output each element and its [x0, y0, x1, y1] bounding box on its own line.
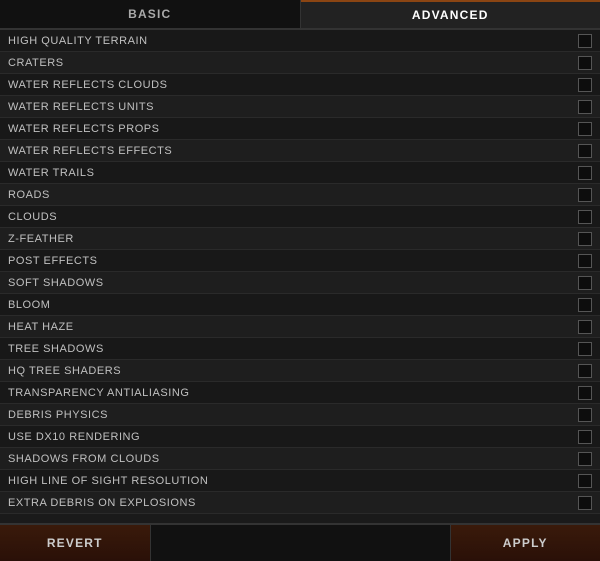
setting-checkbox[interactable] — [578, 232, 592, 246]
setting-label: POST EFFECTS — [8, 255, 570, 267]
setting-checkbox[interactable] — [578, 496, 592, 510]
table-row: WATER TRAILS — [0, 162, 600, 184]
settings-list: HIGH QUALITY TERRAIN CRATERS WATER REFLECT… — [0, 30, 600, 523]
setting-checkbox[interactable] — [578, 166, 592, 180]
setting-checkbox[interactable] — [578, 408, 592, 422]
setting-checkbox[interactable] — [578, 254, 592, 268]
setting-label: HIGH QUALITY TERRAIN — [8, 35, 570, 47]
setting-label: WATER REFLECTS CLOUDS — [8, 79, 570, 91]
setting-label: WATER TRAILS — [8, 167, 570, 179]
table-row: TREE SHADOWS — [0, 338, 600, 360]
setting-label: CRATERS — [8, 57, 570, 69]
bottom-spacer — [151, 525, 451, 561]
setting-checkbox[interactable] — [578, 386, 592, 400]
setting-checkbox[interactable] — [578, 276, 592, 290]
apply-button[interactable]: APPLY — [451, 525, 600, 561]
table-row: SHADOWS FROM CLOUDS — [0, 448, 600, 470]
setting-label: WATER REFLECTS EFFECTS — [8, 145, 570, 157]
setting-checkbox[interactable] — [578, 78, 592, 92]
table-row: WATER REFLECTS EFFECTS — [0, 140, 600, 162]
table-row: HEAT HAZE — [0, 316, 600, 338]
setting-label: ROADS — [8, 189, 570, 201]
setting-label: WATER REFLECTS PROPS — [8, 123, 570, 135]
table-row: BLOOM — [0, 294, 600, 316]
table-row: WATER REFLECTS PROPS — [0, 118, 600, 140]
setting-label: SHADOWS FROM CLOUDS — [8, 453, 570, 465]
setting-checkbox[interactable] — [578, 320, 592, 334]
table-row: CRATERS — [0, 52, 600, 74]
setting-label: HIGH LINE OF SIGHT RESOLUTION — [8, 475, 570, 487]
setting-checkbox[interactable] — [578, 298, 592, 312]
table-row: WATER REFLECTS UNITS — [0, 96, 600, 118]
tab-bar: BASICADVANCED — [0, 0, 600, 30]
table-row: POST EFFECTS — [0, 250, 600, 272]
setting-checkbox[interactable] — [578, 56, 592, 70]
tab-basic[interactable]: BASIC — [0, 0, 301, 28]
table-row: HQ TREE SHADERS — [0, 360, 600, 382]
table-row: Z-FEATHER — [0, 228, 600, 250]
table-row: HIGH LINE OF SIGHT RESOLUTION — [0, 470, 600, 492]
table-row: USE DX10 RENDERING — [0, 426, 600, 448]
setting-label: EXTRA DEBRIS ON EXPLOSIONS — [8, 497, 570, 509]
table-row: ROADS — [0, 184, 600, 206]
setting-label: DEBRIS PHYSICS — [8, 409, 570, 421]
setting-label: HEAT HAZE — [8, 321, 570, 333]
setting-label: TRANSPARENCY ANTIALIASING — [8, 387, 570, 399]
setting-label: CLOUDS — [8, 211, 570, 223]
setting-label: TREE SHADOWS — [8, 343, 570, 355]
setting-checkbox[interactable] — [578, 122, 592, 136]
setting-label: WATER REFLECTS UNITS — [8, 101, 570, 113]
setting-checkbox[interactable] — [578, 144, 592, 158]
setting-checkbox[interactable] — [578, 100, 592, 114]
tab-advanced[interactable]: ADVANCED — [301, 0, 600, 28]
table-row: DEBRIS PHYSICS — [0, 404, 600, 426]
setting-label: USE DX10 RENDERING — [8, 431, 570, 443]
setting-checkbox[interactable] — [578, 210, 592, 224]
table-row: EXTRA DEBRIS ON EXPLOSIONS — [0, 492, 600, 514]
setting-checkbox[interactable] — [578, 188, 592, 202]
table-row: CLOUDS — [0, 206, 600, 228]
setting-label: BLOOM — [8, 299, 570, 311]
setting-checkbox[interactable] — [578, 474, 592, 488]
setting-checkbox[interactable] — [578, 430, 592, 444]
table-row: TRANSPARENCY ANTIALIASING — [0, 382, 600, 404]
table-row: SOFT SHADOWS — [0, 272, 600, 294]
setting-label: Z-FEATHER — [8, 233, 570, 245]
setting-label: SOFT SHADOWS — [8, 277, 570, 289]
bottom-bar: REVERT APPLY — [0, 523, 600, 561]
setting-checkbox[interactable] — [578, 452, 592, 466]
revert-button[interactable]: REVERT — [0, 525, 151, 561]
setting-checkbox[interactable] — [578, 364, 592, 378]
table-row: HIGH QUALITY TERRAIN — [0, 30, 600, 52]
table-row: WATER REFLECTS CLOUDS — [0, 74, 600, 96]
setting-label: HQ TREE SHADERS — [8, 365, 570, 377]
setting-checkbox[interactable] — [578, 34, 592, 48]
setting-checkbox[interactable] — [578, 342, 592, 356]
